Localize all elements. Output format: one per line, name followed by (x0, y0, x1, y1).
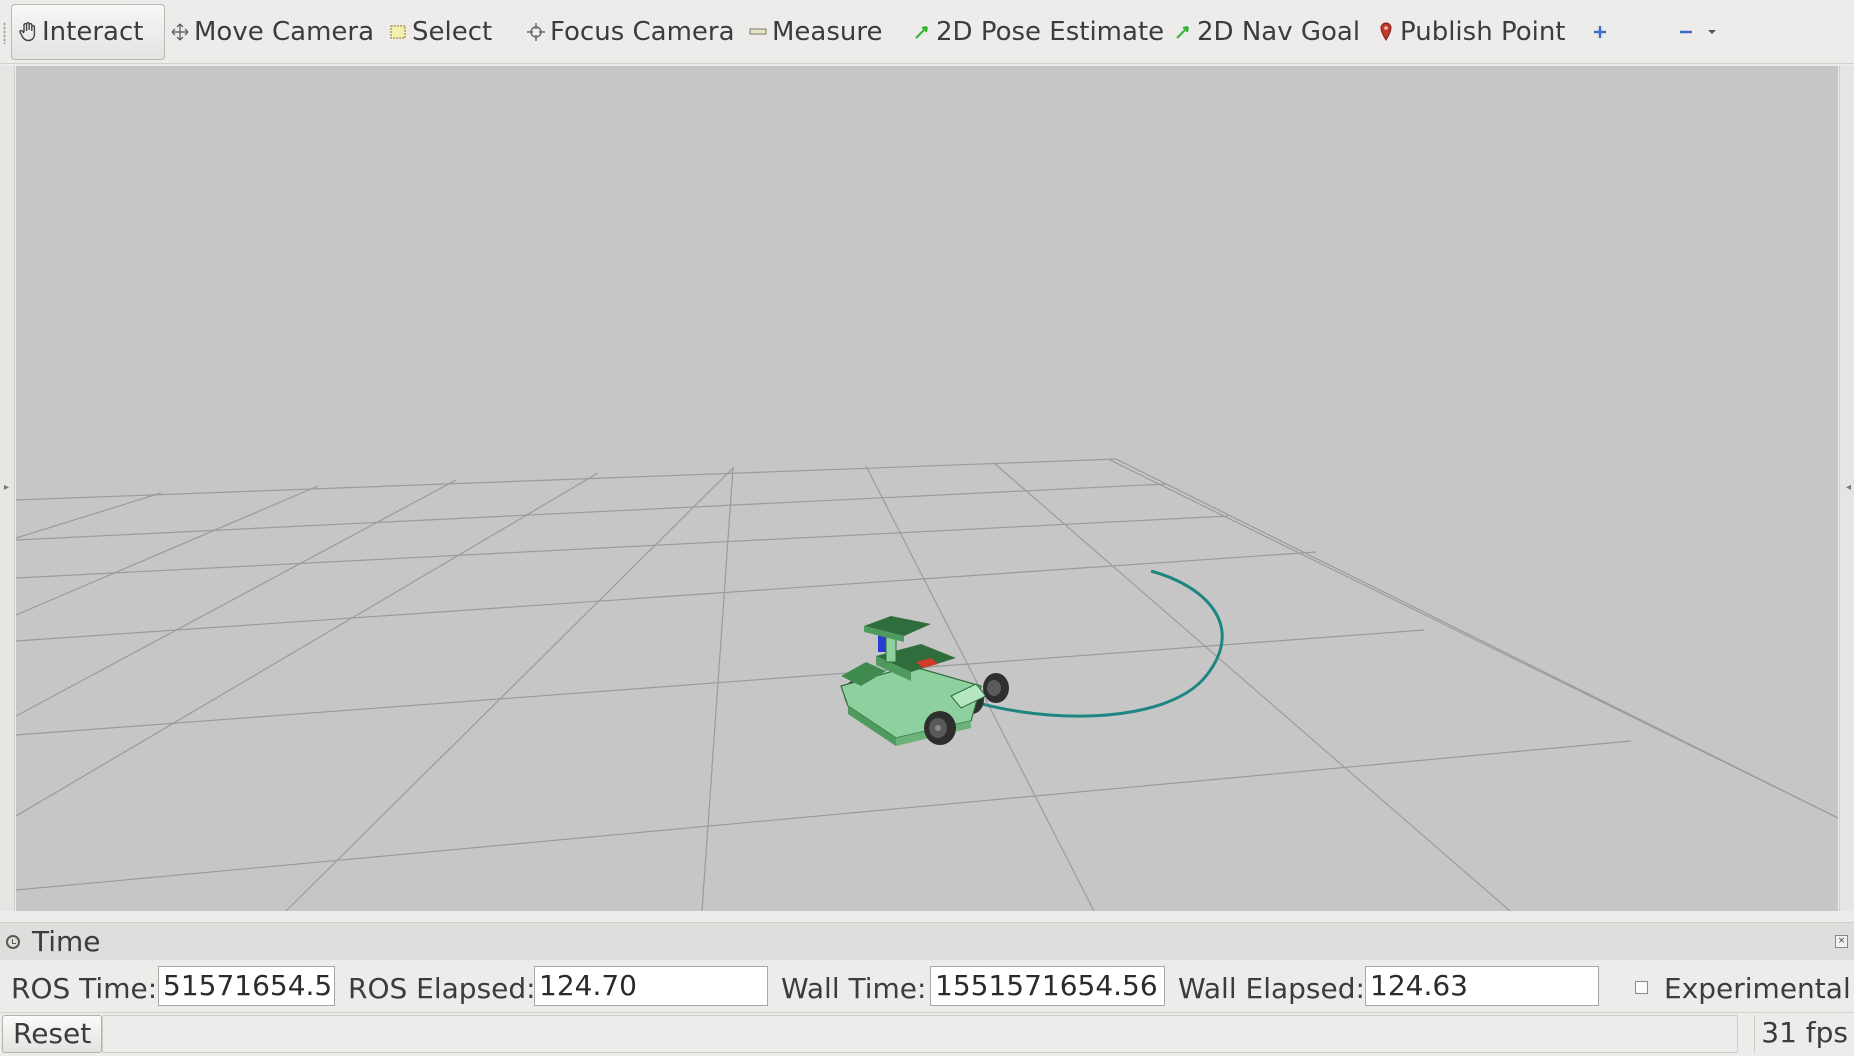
time-panel-header: Time × (0, 922, 1854, 960)
experimental-checkbox[interactable] (1635, 981, 1648, 994)
focus-camera-icon (526, 21, 546, 43)
status-bar: Reset 31 fps (0, 1012, 1854, 1056)
expand-right-icon: ◂ (1845, 482, 1851, 493)
ros-time-field[interactable]: 51571654.53 (158, 966, 335, 1006)
right-dock-handle[interactable]: ◂ (1839, 66, 1854, 911)
time-panel-title: Time (32, 925, 101, 958)
fps-counter: 31 fps (1754, 1015, 1848, 1053)
map-pin-icon (1376, 21, 1396, 43)
publish-point-tool-label: Publish Point (1400, 17, 1566, 47)
measure-tool-label: Measure (772, 17, 883, 47)
ros-elapsed-field[interactable]: 124.70 (534, 966, 768, 1006)
left-dock-handle[interactable]: ▸ (0, 66, 15, 911)
nav-goal-arrow-icon (1173, 21, 1193, 43)
interact-tool-button[interactable]: Interact (11, 4, 165, 60)
toolbar-grip[interactable] (3, 22, 6, 44)
focus-camera-tool-label: Focus Camera (550, 17, 735, 47)
pose-estimate-tool-button[interactable]: 2D Pose Estimate (912, 4, 1164, 60)
tools-toolbar: Interact Move Camera Select Focus Camera… (0, 0, 1854, 64)
ros-elapsed-label: ROS Elapsed: (348, 972, 536, 1005)
measure-tool-button[interactable]: Measure (748, 4, 883, 60)
move-camera-tool-button[interactable]: Move Camera (170, 4, 374, 60)
select-tool-button[interactable]: Select (388, 4, 492, 60)
ruler-icon (748, 21, 768, 43)
publish-point-tool-button[interactable]: Publish Point (1376, 4, 1566, 60)
wall-elapsed-field[interactable]: 124.63 (1365, 966, 1599, 1006)
move-camera-tool-label: Move Camera (194, 17, 375, 47)
hand-icon (18, 21, 38, 43)
3d-render-viewport[interactable] (16, 66, 1838, 911)
dropdown-arrow-icon (1702, 21, 1722, 43)
wall-time-field[interactable]: 1551571654.56 (930, 966, 1165, 1006)
time-panel: Time × ROS Time: 51571654.53 ROS Elapsed… (0, 922, 1854, 1012)
experimental-label: Experimental (1664, 972, 1851, 1005)
close-icon[interactable]: × (1835, 935, 1848, 948)
clock-icon (6, 934, 20, 949)
add-tool-button[interactable] (1590, 4, 1614, 60)
pose-arrow-icon (912, 21, 932, 43)
status-message-area (102, 1015, 1738, 1053)
move-camera-icon (170, 21, 190, 43)
expand-left-icon: ▸ (4, 482, 10, 493)
nav-goal-tool-label: 2D Nav Goal (1197, 17, 1361, 47)
ros-time-label: ROS Time: (11, 972, 158, 1005)
reset-button[interactable]: Reset (2, 1015, 103, 1053)
interact-tool-label: Interact (42, 17, 144, 47)
robot-model[interactable] (840, 616, 1009, 746)
wall-elapsed-label: Wall Elapsed: (1178, 972, 1365, 1005)
select-icon (388, 21, 408, 43)
focus-camera-tool-button[interactable]: Focus Camera (526, 4, 735, 60)
minus-icon (1676, 21, 1696, 43)
pose-estimate-tool-label: 2D Pose Estimate (936, 17, 1165, 47)
plus-icon (1590, 21, 1610, 43)
nav-goal-tool-button[interactable]: 2D Nav Goal (1173, 4, 1360, 60)
time-fields-row: ROS Time: 51571654.53 ROS Elapsed: 124.7… (0, 964, 1854, 1010)
remove-tool-button[interactable] (1676, 4, 1700, 60)
tool-menu-button[interactable] (1702, 4, 1726, 60)
select-tool-label: Select (412, 17, 493, 47)
wall-time-label: Wall Time: (781, 972, 927, 1005)
scene-svg (16, 458, 1838, 911)
